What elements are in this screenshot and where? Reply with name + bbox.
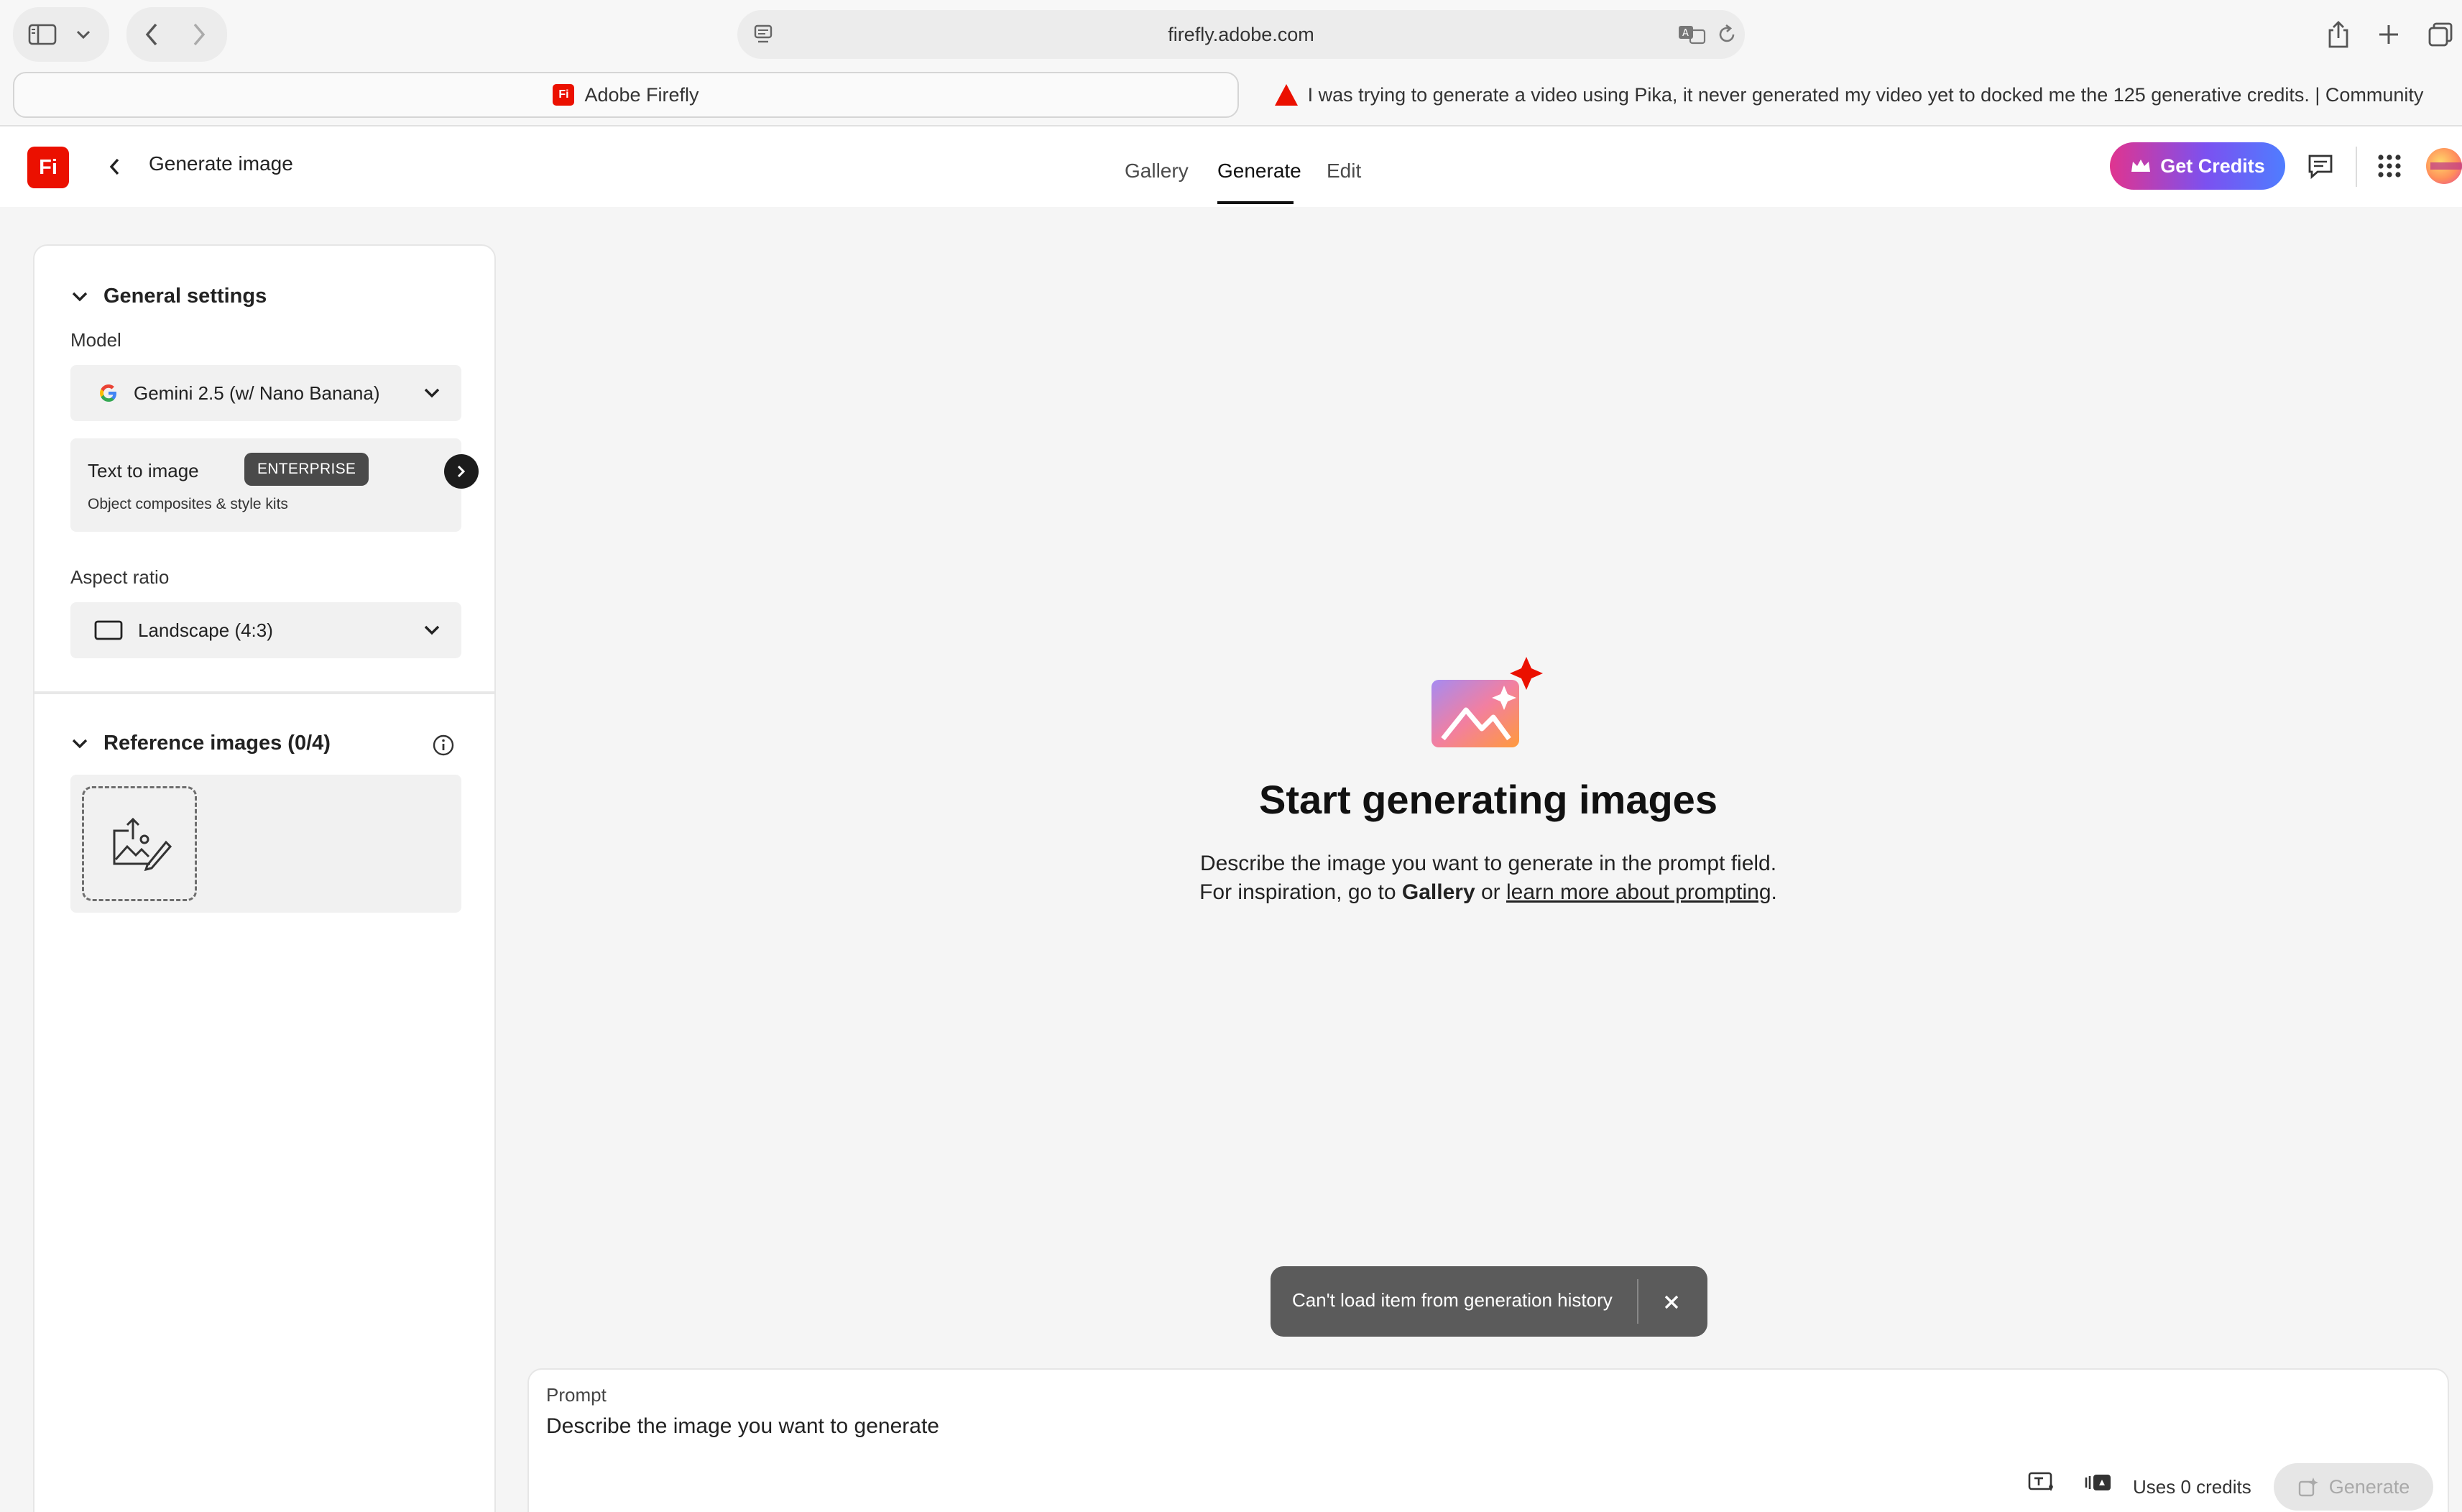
generate-button[interactable]: Generate xyxy=(2274,1463,2433,1511)
reference-images-area xyxy=(70,775,461,913)
aspect-ratio-select[interactable]: Landscape (4:3) xyxy=(70,602,461,658)
header-divider xyxy=(2356,147,2357,187)
close-icon[interactable] xyxy=(1654,1285,1689,1319)
error-toast: Can't load item from generation history xyxy=(1271,1266,1707,1337)
active-tab-indicator xyxy=(1217,201,1294,204)
generate-button-label: Generate xyxy=(2328,1475,2410,1498)
reference-images-header[interactable]: Reference images (0/4) xyxy=(70,732,331,755)
prompt-panel: Prompt Uses 0 credits Generate xyxy=(527,1368,2449,1512)
browser-toolbar: firefly.adobe.com A xyxy=(0,0,2462,69)
general-settings-header[interactable]: General settings xyxy=(70,285,267,308)
get-credits-button[interactable]: Get Credits xyxy=(2110,142,2285,190)
generate-sparkle-icon xyxy=(2298,1478,2318,1497)
url-text[interactable]: firefly.adobe.com xyxy=(1168,24,1314,46)
chevron-right-icon xyxy=(457,465,466,478)
gallery-link[interactable]: Gallery xyxy=(1402,880,1475,904)
empty-state-line1: Describe the image you want to generate … xyxy=(1199,852,1777,875)
learn-prompting-link[interactable]: learn more about prompting xyxy=(1506,880,1771,904)
aspect-ratio-label: Aspect ratio xyxy=(70,566,170,588)
browser-chrome: firefly.adobe.com A Fi Adobe Firefly I w… xyxy=(0,0,2462,126)
section-divider xyxy=(34,691,494,694)
app-header: Fi Generate image Gallery Generate Edit … xyxy=(0,126,2462,207)
empty-state-line2-mid: or xyxy=(1475,880,1506,904)
page-menu-icon[interactable] xyxy=(752,23,775,51)
new-tab-icon[interactable] xyxy=(2370,16,2407,53)
feature-subtitle: Object composites & style kits xyxy=(88,496,288,512)
sidebar-toggle-icon[interactable] xyxy=(24,19,60,50)
generate-images-illustration-icon xyxy=(1429,654,1545,752)
apps-grid-icon[interactable] xyxy=(2371,148,2407,184)
chevron-down-icon xyxy=(424,388,440,398)
feature-open-button[interactable] xyxy=(444,454,479,489)
browser-tab-label: Adobe Firefly xyxy=(584,83,699,106)
chevron-down-icon xyxy=(72,739,88,748)
aspect-ratio-value: Landscape (4:3) xyxy=(138,619,273,641)
reload-icon[interactable] xyxy=(1716,23,1738,51)
empty-state-title: Start generating images xyxy=(1259,777,1718,822)
empty-state-line2-prefix: For inspiration, go to xyxy=(1199,880,1402,904)
toast-divider xyxy=(1637,1279,1638,1324)
prompt-label: Prompt xyxy=(546,1384,607,1406)
empty-state-description: Describe the image you want to generate … xyxy=(1032,849,1945,907)
chevron-down-icon xyxy=(424,625,440,635)
style-toggle-icon[interactable] xyxy=(2081,1466,2114,1499)
enterprise-badge: ENTERPRISE xyxy=(244,453,369,486)
feedback-icon[interactable] xyxy=(2302,148,2338,184)
empty-state-line2-suffix: . xyxy=(1771,880,1777,904)
tab-generate[interactable]: Generate xyxy=(1217,160,1301,183)
model-label: Model xyxy=(70,329,121,351)
reference-images-title: Reference images (0/4) xyxy=(103,732,331,755)
landscape-ratio-icon xyxy=(94,620,123,640)
firefly-app-logo[interactable]: Fi xyxy=(27,147,69,188)
google-logo-icon xyxy=(100,384,116,402)
share-icon[interactable] xyxy=(2320,16,2357,53)
page-title: Generate image xyxy=(149,152,293,175)
toast-message: Can't load item from generation history xyxy=(1292,1289,1613,1311)
model-value: Gemini 2.5 (w/ Nano Banana) xyxy=(134,382,380,404)
text-style-icon[interactable] xyxy=(2025,1466,2058,1499)
tab-gallery[interactable]: Gallery xyxy=(1125,160,1189,183)
text-to-image-feature-card[interactable]: Text to image ENTERPRISE Object composit… xyxy=(70,438,479,532)
model-select[interactable]: Gemini 2.5 (w/ Nano Banana) xyxy=(70,365,461,421)
address-bar[interactable]: firefly.adobe.com A xyxy=(737,10,1745,59)
settings-panel: General settings Model Gemini 2.5 (w/ Na… xyxy=(33,244,496,1512)
feature-title: Text to image xyxy=(88,460,199,481)
browser-tab-strip: Fi Adobe Firefly I was trying to generat… xyxy=(0,69,2462,126)
back-icon[interactable] xyxy=(134,17,170,52)
upload-reference-button[interactable] xyxy=(82,786,197,901)
firefly-logo-icon: Fi xyxy=(553,84,575,106)
chevron-down-icon[interactable] xyxy=(69,22,98,47)
general-settings-title: General settings xyxy=(103,285,267,308)
info-icon[interactable] xyxy=(431,733,456,757)
svg-text:A: A xyxy=(1682,28,1689,39)
back-chevron-icon[interactable] xyxy=(103,152,125,181)
prompt-input[interactable] xyxy=(546,1409,1696,1444)
browser-tab-firefly[interactable]: Fi Adobe Firefly xyxy=(13,72,1239,118)
chevron-down-icon xyxy=(72,292,88,301)
browser-tab-community[interactable]: I was trying to generate a video using P… xyxy=(1250,72,2448,118)
avatar[interactable] xyxy=(2426,148,2462,184)
get-credits-label: Get Credits xyxy=(2160,155,2265,177)
crown-icon xyxy=(2131,160,2151,172)
browser-tab-label: I was trying to generate a video using P… xyxy=(1307,83,2424,106)
tab-overview-icon[interactable] xyxy=(2422,16,2459,53)
tab-edit[interactable]: Edit xyxy=(1327,160,1361,183)
forward-icon[interactable] xyxy=(181,17,217,52)
credits-usage: Uses 0 credits xyxy=(2133,1476,2251,1498)
empty-state-line2: For inspiration, go to Gallery or learn … xyxy=(1032,878,1945,907)
upload-image-icon xyxy=(113,817,172,872)
translate-icon[interactable]: A xyxy=(1677,23,1706,51)
adobe-logo-icon xyxy=(1274,84,1298,106)
